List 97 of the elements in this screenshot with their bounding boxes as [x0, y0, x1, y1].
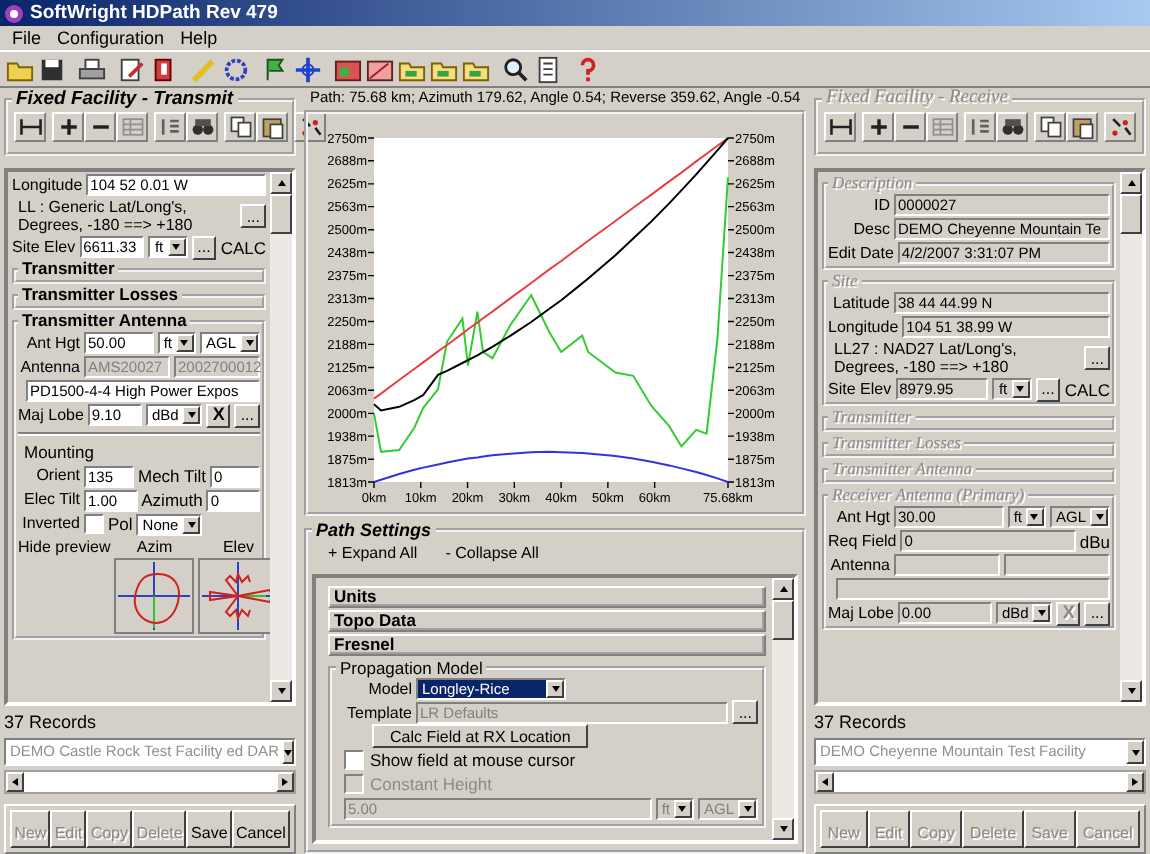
field-label: CALC: [1064, 379, 1110, 400]
horizontal-scrollbar[interactable]: [814, 770, 1146, 794]
field-label: Desc: [851, 220, 890, 240]
action-button[interactable]: Calc Field at RX Location: [372, 724, 589, 749]
field-label: Azimuth: [141, 489, 203, 511]
section-header[interactable]: Transmitter Losses: [18, 286, 182, 305]
field-label: dBu: [1079, 531, 1110, 552]
scroll-up-button[interactable]: [1120, 172, 1142, 195]
menu-item[interactable]: File: [4, 27, 50, 49]
field-label: Inverted: [20, 514, 80, 534]
panel-title: Fixed Facility - Receive: [824, 88, 1010, 111]
field-label: Site Elev: [12, 238, 76, 258]
field-label: CALC: [220, 237, 266, 258]
clear-button[interactable]: X: [206, 403, 231, 428]
coordinate-system-note: LL27 : NAD27 Lat/Long's, Degrees, -180 ==> +180: [834, 340, 1019, 377]
field-label: Orient: [34, 466, 80, 486]
print-icon[interactable]: [76, 54, 106, 84]
dropdown-arrow-button[interactable]: [182, 406, 201, 425]
field-label: Antenna: [18, 358, 80, 378]
table-icon[interactable]: [116, 112, 148, 143]
record-count: 37 Records: [814, 712, 909, 734]
azimuth-pattern-drawing: [114, 558, 195, 635]
browse-button[interactable]: ...: [234, 403, 260, 428]
paste-icon[interactable]: [256, 112, 288, 143]
pattern-caption: Azim: [134, 537, 175, 557]
section-header[interactable]: Fresnel: [328, 633, 766, 656]
pattern-caption: Elev: [220, 537, 257, 557]
scroll-up-button[interactable]: [270, 172, 292, 195]
field-label: Ant Hgt: [834, 508, 890, 528]
field-label: Ant Hgt: [24, 334, 80, 354]
field-label: Longitude: [12, 176, 83, 196]
scroll-down-button[interactable]: [772, 818, 794, 840]
scroll-down-button[interactable]: [1120, 680, 1142, 703]
magnifier-icon[interactable]: [500, 54, 530, 84]
section-header[interactable]: Transmitter: [18, 260, 119, 279]
scroll-right-button[interactable]: [276, 772, 294, 792]
expand-link[interactable]: + Expand All: [328, 543, 418, 563]
scroll-thumb[interactable]: [772, 599, 794, 640]
dropdown-arrow-button[interactable]: [182, 515, 201, 534]
scrollbar[interactable]: [1120, 172, 1142, 703]
section-header[interactable]: Propagation Model: [336, 657, 487, 678]
scroll-right-button[interactable]: [1126, 772, 1144, 792]
crosshair-icon[interactable]: [292, 54, 322, 84]
scroll-thumb[interactable]: [1120, 194, 1142, 235]
field-label: Longitude: [828, 318, 899, 338]
browse-button[interactable]: ...: [732, 700, 758, 725]
group-heading: Mounting: [24, 442, 94, 463]
browse-button[interactable]: ...: [191, 235, 217, 260]
scrollbar[interactable]: [772, 577, 794, 840]
field-label: Maj Lobe: [828, 604, 894, 624]
record-count: 37 Records: [4, 712, 99, 734]
coordinate-system-note: LL : Generic Lat/Long's, Degrees, -180 ==> +180: [18, 198, 195, 235]
field-label: Site Elev: [828, 380, 892, 400]
menu-item[interactable]: Help: [172, 27, 226, 49]
checkbox[interactable]: [84, 514, 104, 535]
plus-icon[interactable]: [52, 112, 84, 143]
scroll-up-button[interactable]: [772, 577, 794, 600]
panel-title: Fixed Facility - Transmit: [14, 88, 236, 111]
field-label: ID: [872, 196, 890, 216]
field-label: Mech Tilt: [138, 465, 207, 487]
menu-item[interactable]: Configuration: [49, 27, 173, 49]
browse-button[interactable]: ...: [240, 204, 266, 229]
field-label: Maj Lobe: [18, 406, 84, 426]
panel-title: Path Settings: [314, 520, 434, 542]
field-label: Pol: [108, 513, 133, 535]
scroll-down-button[interactable]: [270, 680, 292, 703]
section-header[interactable]: Topo Data: [328, 609, 766, 632]
app-icon: [4, 3, 24, 23]
field-label: Elec Tilt: [21, 490, 80, 510]
sort-icon[interactable]: [294, 112, 326, 143]
expand-link[interactable]: - Collapse All: [445, 543, 539, 563]
field-label: Latitude: [831, 294, 890, 314]
edit-icon[interactable]: [116, 54, 146, 84]
range-icon[interactable]: [14, 112, 46, 143]
list-icon[interactable]: [154, 112, 186, 143]
save-icon[interactable]: [36, 54, 66, 84]
minus-icon[interactable]: [84, 112, 116, 143]
field-label: Model: [366, 679, 412, 699]
checkbox[interactable]: Show field at mouse cursor: [344, 750, 576, 772]
section-header[interactable]: Units: [328, 585, 766, 608]
target-icon[interactable]: [220, 54, 250, 84]
scroll-thumb[interactable]: [270, 194, 292, 235]
field-label: Antenna: [828, 556, 890, 576]
scrollbar[interactable]: [270, 172, 292, 703]
dropdown-arrow-button[interactable]: [546, 679, 564, 698]
field-label: Template: [345, 703, 412, 723]
binoculars-icon[interactable]: [186, 112, 218, 143]
dropdown-arrow-button[interactable]: [240, 334, 258, 353]
hide-preview-link[interactable]: Hide preview: [18, 537, 111, 557]
field-label: Req Field: [828, 532, 897, 552]
copy-icon[interactable]: [224, 112, 256, 143]
section-header[interactable]: Transmitter Antenna: [18, 312, 191, 331]
window-title: SoftWright HDPath Rev 479: [30, 1, 278, 25]
field-label: Edit Date: [828, 244, 894, 264]
scroll-left-button[interactable]: [6, 772, 24, 792]
scroll-left-button[interactable]: [816, 772, 834, 792]
horizontal-scrollbar[interactable]: [4, 770, 296, 794]
